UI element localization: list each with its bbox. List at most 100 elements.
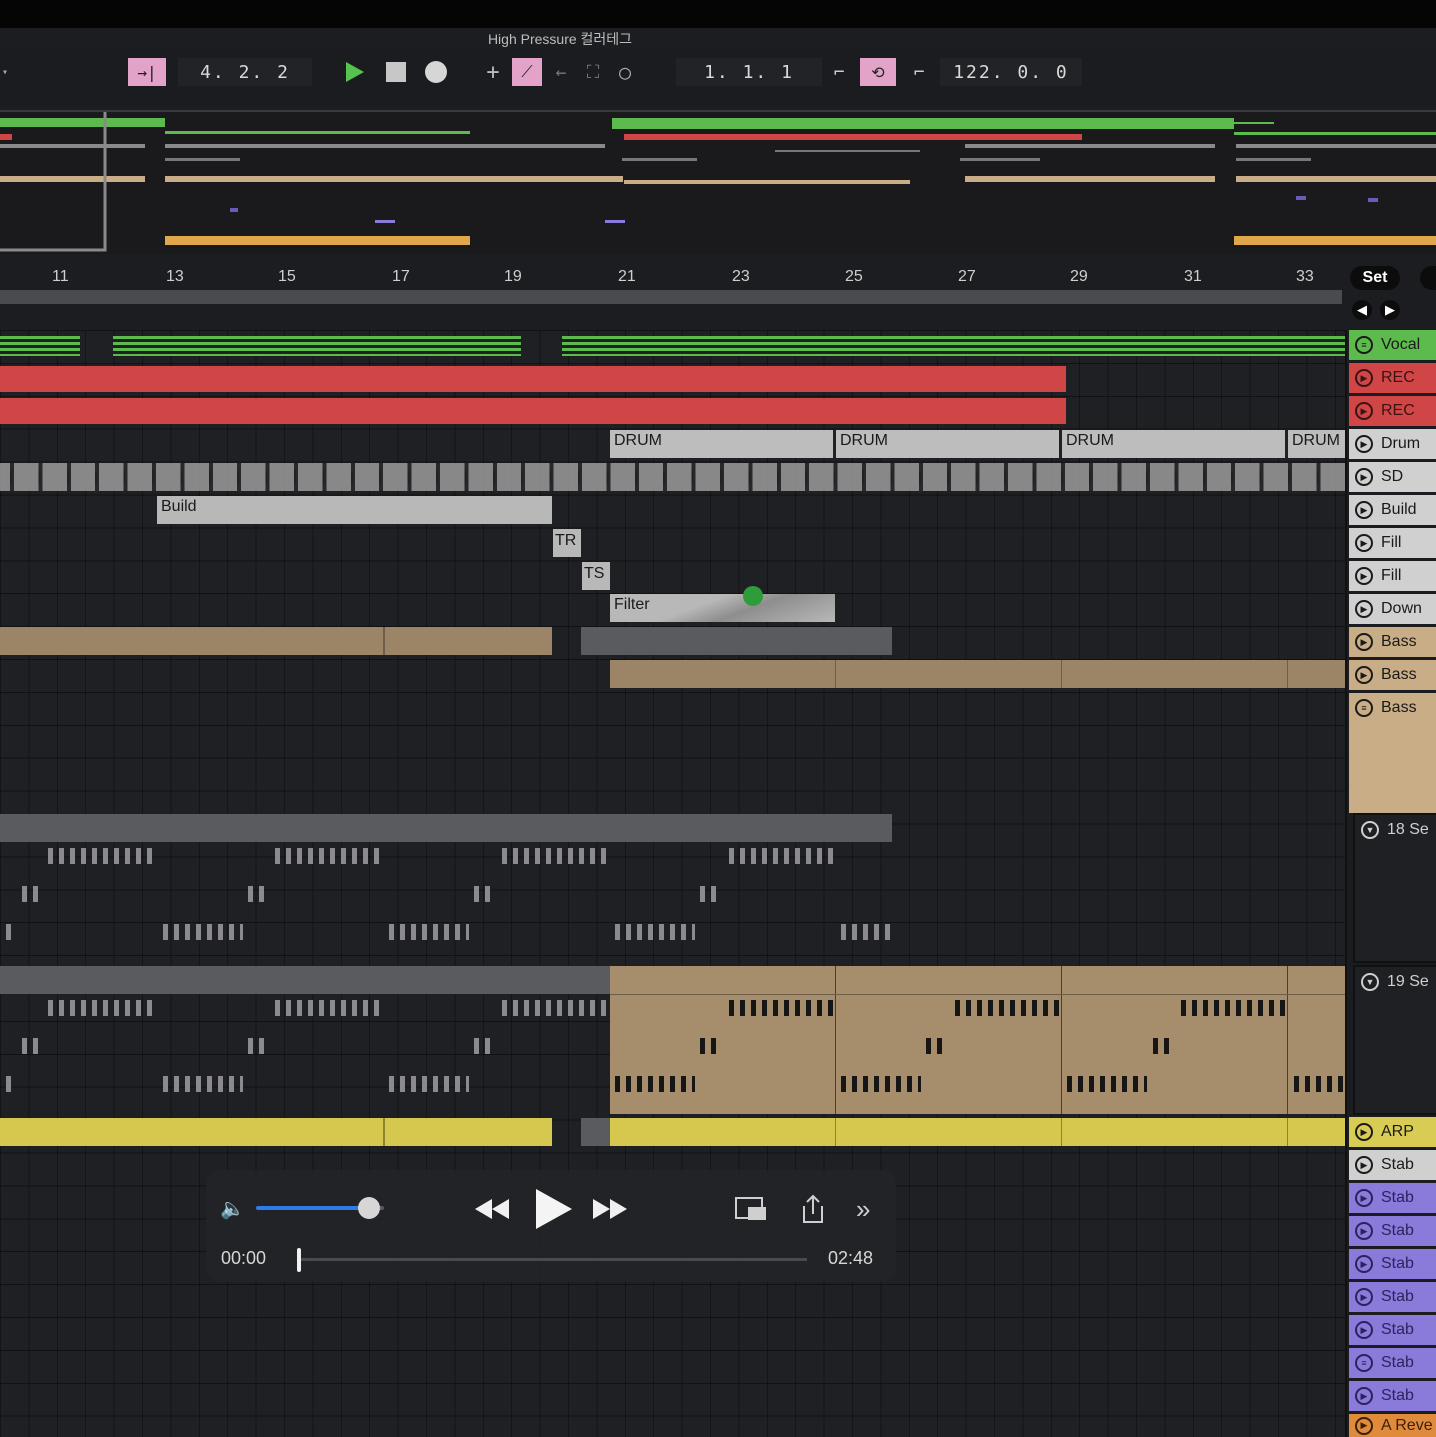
track-name: REC: [1381, 402, 1415, 419]
bass-clip[interactable]: [581, 627, 892, 655]
play-icon: ▶: [1355, 1288, 1373, 1306]
track-header-bass[interactable]: ▶ Bass: [1349, 660, 1436, 690]
track-header-drum[interactable]: ▶ Drum: [1349, 429, 1436, 459]
track-header-fill[interactable]: ▶ Fill: [1349, 528, 1436, 558]
drum-clip[interactable]: DRUM: [836, 430, 1061, 458]
midi-notes: [48, 1000, 158, 1016]
fold-chevron-icon[interactable]: ▼: [1361, 821, 1379, 839]
loop-length-field[interactable]: 122. 0. 0: [940, 58, 1082, 86]
track-header-vocal[interactable]: ≡ Vocal: [1349, 330, 1436, 360]
volume-knob[interactable]: [357, 1197, 380, 1219]
group-clip-header[interactable]: [0, 814, 892, 842]
track-header-build[interactable]: ▶ Build: [1349, 495, 1436, 525]
fold-chevron-icon[interactable]: ▼: [1361, 973, 1379, 991]
track-header-stab[interactable]: ▶ Stab: [1349, 1315, 1436, 1345]
loop-start-field[interactable]: 1. 1. 1: [676, 58, 822, 86]
track-header-rec[interactable]: ▶ REC: [1349, 396, 1436, 426]
track-header-stab[interactable]: ≡ Stab: [1349, 1348, 1436, 1378]
more-button[interactable]: »: [856, 1194, 886, 1224]
set-locator-button[interactable]: Set: [1350, 266, 1400, 290]
track-header-stab[interactable]: ▶ Stab: [1349, 1216, 1436, 1246]
arp-clip[interactable]: [581, 1118, 610, 1146]
seek-handle[interactable]: [297, 1248, 301, 1272]
record-button[interactable]: [422, 58, 450, 86]
group-track-19[interactable]: ▼ 19 Se: [1353, 965, 1436, 1115]
previous-locator-button[interactable]: ◀: [1352, 300, 1372, 320]
arp-clip[interactable]: [0, 1118, 552, 1146]
group-track-18[interactable]: ▼ 18 Se: [1353, 813, 1436, 963]
bar-number: 19: [504, 268, 522, 285]
back-to-arrangement-button[interactable]: ←: [548, 58, 574, 86]
track-headers: ≡ Vocal ▶ REC ▶ REC ▶ Drum ▶ SD ▶ Build ▶ Fill …: [1345, 330, 1436, 1437]
track-header-stab[interactable]: ▶ Stab: [1349, 1381, 1436, 1411]
rec-clip[interactable]: [0, 366, 1066, 392]
drum-clip[interactable]: DRUM: [1288, 430, 1345, 458]
filter-clip[interactable]: Filter: [610, 594, 835, 622]
next-locator-button[interactable]: ▶: [1380, 300, 1400, 320]
session-record-button[interactable]: ○: [612, 58, 638, 86]
stop-button[interactable]: [382, 58, 410, 86]
capture-button[interactable]: ⛶: [580, 58, 606, 86]
arrangement-position[interactable]: 4. 2. 2: [178, 58, 312, 86]
track-header-fill[interactable]: ▶ Fill: [1349, 561, 1436, 591]
play-button[interactable]: [340, 58, 368, 86]
rec-clip[interactable]: [0, 398, 1066, 424]
midi-notes: [729, 848, 839, 864]
track-header-rec[interactable]: ▶ REC: [1349, 363, 1436, 393]
track-header-arp[interactable]: ▶ ARP: [1349, 1117, 1436, 1147]
drum-clip[interactable]: DRUM: [610, 430, 835, 458]
track-name: Build: [1381, 501, 1417, 518]
automation-breakpoint[interactable]: [743, 586, 763, 606]
play-video-button[interactable]: [532, 1186, 576, 1232]
play-icon: ▶: [1355, 1255, 1373, 1273]
seek-bar[interactable]: [299, 1258, 807, 1261]
arp-clip[interactable]: [610, 1118, 1345, 1146]
track-header-sd[interactable]: ▶ SD: [1349, 462, 1436, 492]
bass-clip[interactable]: [610, 660, 1345, 688]
track-header-a-reverb[interactable]: ▶ A Reve: [1349, 1414, 1436, 1437]
beat-ruler[interactable]: [0, 262, 1345, 292]
volume-button[interactable]: 🔈: [220, 1196, 250, 1220]
automation-arm-button[interactable]: ⟋: [512, 58, 542, 86]
punch-out-button[interactable]: ⌐: [904, 58, 934, 86]
locator-button-partial[interactable]: [1420, 266, 1436, 290]
track-header-bass[interactable]: ▶ Bass: [1349, 627, 1436, 657]
group-clip-header[interactable]: [0, 966, 610, 994]
arrangement-overview[interactable]: [0, 110, 1436, 254]
midi-notes: [389, 924, 469, 940]
track-name: Stab: [1381, 1189, 1414, 1206]
vocal-clip[interactable]: [113, 336, 521, 356]
overdub-button[interactable]: +: [480, 58, 506, 86]
track-name: Stab: [1381, 1387, 1414, 1404]
dropdown-arrow-icon[interactable]: ▾: [0, 58, 10, 86]
build-clip[interactable]: Build: [157, 496, 552, 524]
track-header-stab[interactable]: ▶ Stab: [1349, 1183, 1436, 1213]
track-header-bass-group[interactable]: ≡ Bass: [1349, 693, 1436, 813]
share-button[interactable]: [798, 1192, 828, 1226]
play-icon: ▶: [1355, 1387, 1373, 1405]
group-name: 19 Se: [1387, 973, 1429, 990]
loop-button[interactable]: ⟲: [860, 58, 896, 86]
punch-in-button[interactable]: ⌐: [826, 58, 852, 86]
track-name: ARP: [1381, 1123, 1414, 1140]
track-header-stab[interactable]: ▶ Stab: [1349, 1282, 1436, 1312]
vocal-clip[interactable]: [0, 336, 80, 356]
follow-button[interactable]: →|: [128, 58, 166, 86]
midi-notes: [474, 1038, 496, 1054]
bass-clip[interactable]: [0, 627, 552, 655]
follow-icon: →|: [137, 62, 157, 82]
play-icon: ▶: [1355, 468, 1373, 486]
track-header-stab[interactable]: ▶ Stab: [1349, 1150, 1436, 1180]
picture-in-picture-button[interactable]: [734, 1194, 770, 1224]
track-header-stab[interactable]: ▶ Stab: [1349, 1249, 1436, 1279]
vocal-clip[interactable]: [562, 336, 1345, 356]
drum-clip[interactable]: DRUM: [1062, 430, 1287, 458]
scroll-strip[interactable]: [0, 290, 1342, 304]
midi-notes: [248, 1038, 270, 1054]
track-name: Stab: [1381, 1156, 1414, 1173]
rewind-button[interactable]: [472, 1192, 512, 1226]
ts-clip[interactable]: TS: [582, 562, 610, 590]
tr-clip[interactable]: TR: [553, 529, 581, 557]
fast-forward-button[interactable]: [590, 1192, 630, 1226]
track-header-down[interactable]: ▶ Down: [1349, 594, 1436, 624]
